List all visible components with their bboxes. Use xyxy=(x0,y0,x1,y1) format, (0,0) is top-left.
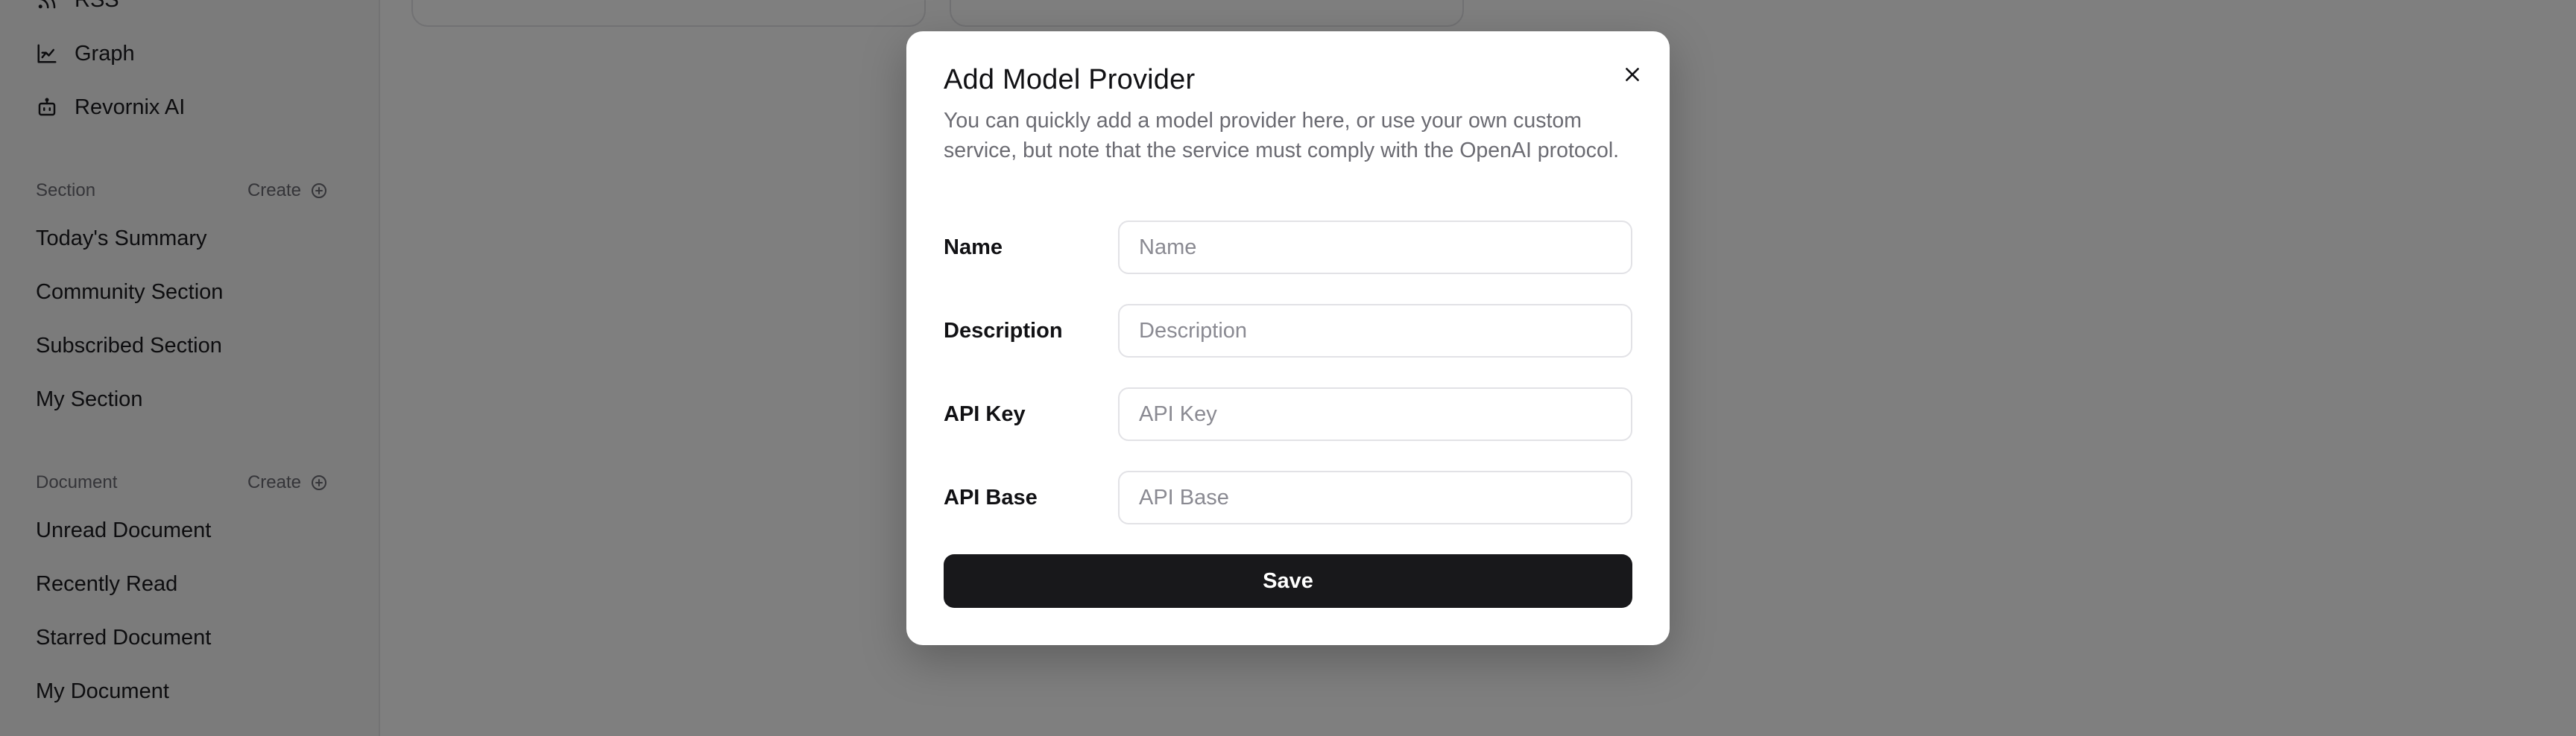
name-input[interactable] xyxy=(1118,221,1632,274)
dialog-title: Add Model Provider xyxy=(944,64,1196,95)
api-base-label: API Base xyxy=(944,485,1038,510)
close-button[interactable] xyxy=(1616,58,1649,91)
description-label: Description xyxy=(944,318,1063,343)
name-label: Name xyxy=(944,235,1003,259)
api-key-label: API Key xyxy=(944,402,1026,426)
api-base-input[interactable] xyxy=(1118,471,1632,524)
description-input[interactable] xyxy=(1118,304,1632,358)
save-button[interactable]: Save xyxy=(944,554,1632,608)
add-model-provider-dialog: Add Model Provider You can quickly add a… xyxy=(906,31,1670,645)
close-icon xyxy=(1626,68,1639,81)
app-root: RSS Graph Revornix AI Section Create xyxy=(0,0,2576,736)
dialog-description: You can quickly add a model provider her… xyxy=(944,109,1620,162)
api-key-input[interactable] xyxy=(1118,387,1632,441)
